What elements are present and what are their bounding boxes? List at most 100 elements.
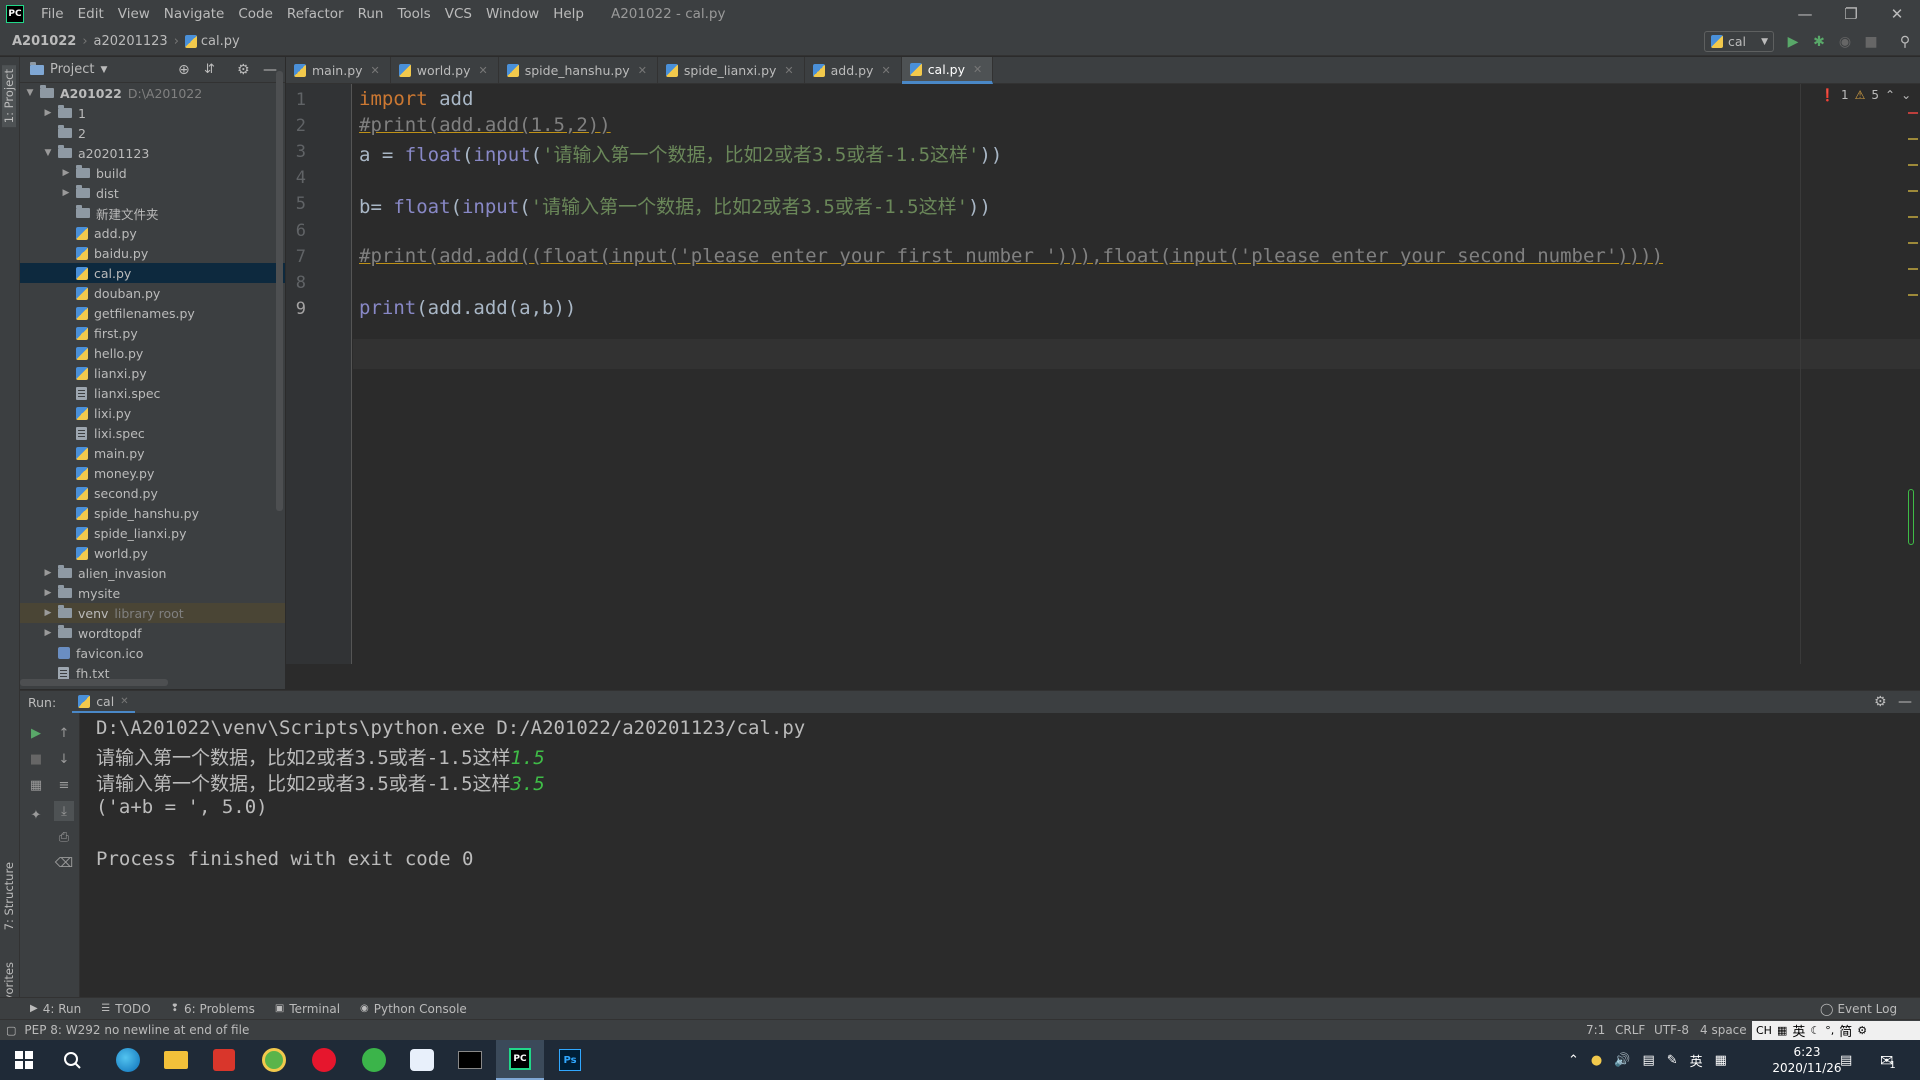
tree-item[interactable]: ▶ dist bbox=[20, 183, 285, 203]
notification-center-icon[interactable]: ✉ 1 bbox=[1880, 1040, 1896, 1080]
inspection-marker[interactable] bbox=[1908, 138, 1918, 140]
ime-grid-icon[interactable]: ▦ bbox=[1715, 1053, 1727, 1068]
close-tab-icon[interactable]: ✕ bbox=[120, 696, 128, 707]
chevron-right-icon[interactable]: ▶ bbox=[60, 188, 72, 198]
tree-item[interactable]: favicon.ico bbox=[20, 643, 285, 663]
menu-edit[interactable]: Edit bbox=[71, 6, 111, 22]
browser-360-icon[interactable] bbox=[250, 1040, 298, 1080]
tree-item[interactable]: second.py bbox=[20, 483, 285, 503]
stop-icon[interactable]: ■ bbox=[1862, 33, 1880, 51]
menu-navigate[interactable]: Navigate bbox=[157, 6, 232, 22]
ime-moon-icon[interactable]: ☾ bbox=[1810, 1024, 1820, 1037]
cursor-position[interactable]: 7:1 bbox=[1586, 1023, 1605, 1037]
editor-scroll-thumb[interactable] bbox=[1908, 489, 1914, 545]
code-line[interactable]: a = float(input('请输入第一个数据，比如2或者3.5或者-1.5… bbox=[359, 140, 1002, 167]
chevron-down-icon[interactable]: ▼ bbox=[100, 65, 107, 75]
ime-punct-icon[interactable]: °, bbox=[1825, 1024, 1834, 1037]
collapse-all-icon[interactable]: ⇵ bbox=[204, 62, 215, 77]
inspection-marker[interactable] bbox=[1908, 294, 1918, 296]
tree-item[interactable]: spide_hanshu.py bbox=[20, 503, 285, 523]
run-configuration-select[interactable]: cal ▼ bbox=[1704, 31, 1774, 52]
menu-file[interactable]: File bbox=[34, 6, 71, 22]
scroll-to-end-icon[interactable]: ⤓ bbox=[54, 801, 74, 821]
breadcrumb-file[interactable]: cal.py bbox=[201, 34, 240, 49]
tool-tab[interactable]: ▶ 4: Run bbox=[20, 1002, 91, 1016]
weibo-icon[interactable] bbox=[300, 1040, 348, 1080]
network-icon[interactable]: ▤ bbox=[1642, 1053, 1654, 1068]
error-stripe[interactable] bbox=[1904, 84, 1920, 664]
close-tab-icon[interactable]: ✕ bbox=[638, 64, 647, 77]
ime-mode[interactable]: CH bbox=[1756, 1024, 1772, 1037]
status-message[interactable]: PEP 8: W292 no newline at end of file bbox=[24, 1023, 249, 1037]
chevron-up-icon[interactable]: ⌃ bbox=[1885, 88, 1895, 102]
tree-item[interactable]: getfilenames.py bbox=[20, 303, 285, 323]
editor-tab[interactable]: spide_hanshu.py ✕ bbox=[499, 57, 658, 84]
code-line[interactable]: b= float(input('请输入第一个数据，比如2或者3.5或者-1.5这… bbox=[359, 192, 991, 219]
tool-tab-structure[interactable]: 7: Structure bbox=[2, 862, 16, 930]
tree-item[interactable]: baidu.py bbox=[20, 243, 285, 263]
line-separator[interactable]: CRLF bbox=[1615, 1023, 1645, 1037]
editor-tab[interactable]: main.py ✕ bbox=[286, 57, 391, 84]
tree-item[interactable]: ▶ venv library root bbox=[20, 603, 285, 623]
tree-item[interactable]: add.py bbox=[20, 223, 285, 243]
inspection-widget[interactable]: ❗ 1 ⚠ 5 ⌃ ⌄ bbox=[1820, 88, 1911, 102]
stop-icon[interactable]: ■ bbox=[26, 749, 46, 769]
editor-tab[interactable]: add.py ✕ bbox=[805, 57, 902, 84]
hide-panel-icon[interactable]: — bbox=[1898, 694, 1912, 710]
menu-view[interactable]: View bbox=[111, 6, 157, 22]
tool-tab[interactable]: ❢ 6: Problems bbox=[161, 1002, 265, 1016]
sync-app-icon[interactable] bbox=[350, 1040, 398, 1080]
close-tab-icon[interactable]: ✕ bbox=[371, 64, 380, 77]
feishu-icon[interactable] bbox=[398, 1040, 446, 1080]
pdf-reader-icon[interactable] bbox=[200, 1040, 248, 1080]
chevron-right-icon[interactable]: ▶ bbox=[60, 168, 72, 178]
event-log-button[interactable]: ◯ Event Log bbox=[1820, 1002, 1897, 1016]
chevron-right-icon[interactable]: ▶ bbox=[42, 588, 54, 598]
search-icon[interactable]: ⚲ bbox=[1896, 33, 1914, 51]
ime-settings-icon[interactable]: ⚙ bbox=[1857, 1024, 1867, 1037]
locate-icon[interactable]: ⊕ bbox=[178, 62, 190, 78]
breadcrumb-project[interactable]: A201022 bbox=[12, 34, 76, 49]
ime-keyboard-icon[interactable]: ▦ bbox=[1777, 1024, 1787, 1037]
inspection-marker[interactable] bbox=[1908, 242, 1918, 244]
coverage-icon[interactable]: ◉ bbox=[1836, 33, 1854, 51]
code-editor[interactable]: 1 2 3 4 5 6 7 8 9 import add #print(add.add(1.5,2… bbox=[286, 84, 1920, 664]
tree-item[interactable]: cal.py bbox=[20, 263, 285, 283]
inspection-marker[interactable] bbox=[1908, 112, 1918, 114]
console-line[interactable]: D:\A201022\venv\Scripts\python.exe D:/A2… bbox=[96, 717, 805, 739]
tree-item[interactable]: ▶ build bbox=[20, 163, 285, 183]
volume-icon[interactable]: 🔊 bbox=[1614, 1053, 1630, 1068]
tree-item[interactable]: first.py bbox=[20, 323, 285, 343]
tree-item[interactable]: ▶ mysite bbox=[20, 583, 285, 603]
tree-item[interactable]: lianxi.spec bbox=[20, 383, 285, 403]
minimize-icon[interactable]: — bbox=[1782, 0, 1828, 28]
tool-tab[interactable]: ☰ TODO bbox=[91, 1002, 160, 1016]
gear-icon[interactable]: ⚙ bbox=[1874, 694, 1887, 710]
tree-item[interactable]: ▶ alien_invasion bbox=[20, 563, 285, 583]
notes-icon[interactable]: ▤ bbox=[1840, 1040, 1852, 1080]
hide-panel-icon[interactable]: — bbox=[263, 62, 277, 78]
edge-browser-icon[interactable] bbox=[104, 1040, 152, 1080]
breadcrumb-folder[interactable]: a20201123 bbox=[94, 34, 168, 49]
tree-item[interactable]: 新建文件夹 bbox=[20, 203, 285, 223]
rerun-icon[interactable]: ▶ bbox=[26, 723, 46, 743]
console-line[interactable]: ('a+b = ', 5.0) bbox=[96, 796, 268, 818]
status-toggle-icon[interactable]: ▢ bbox=[6, 1024, 16, 1037]
tool-tab[interactable]: ▣ Terminal bbox=[265, 1002, 350, 1016]
tree-item[interactable]: money.py bbox=[20, 463, 285, 483]
close-tab-icon[interactable]: ✕ bbox=[973, 63, 982, 76]
editor-tab[interactable]: world.py ✕ bbox=[391, 57, 499, 84]
search-icon[interactable] bbox=[48, 1040, 96, 1080]
arrow-up-icon[interactable]: ↑ bbox=[54, 723, 74, 743]
chevron-right-icon[interactable]: ▶ bbox=[42, 108, 54, 118]
inspection-marker[interactable] bbox=[1908, 268, 1918, 270]
tree-item[interactable]: main.py bbox=[20, 443, 285, 463]
tree-item[interactable]: world.py bbox=[20, 543, 285, 563]
tree-item[interactable]: spide_lianxi.py bbox=[20, 523, 285, 543]
chevron-right-icon[interactable]: ▶ bbox=[42, 628, 54, 638]
menu-refactor[interactable]: Refactor bbox=[280, 6, 351, 22]
tree-item[interactable]: ▼ a20201123 bbox=[20, 143, 285, 163]
ime-language-indicator[interactable]: 英 bbox=[1690, 1051, 1703, 1070]
editor-tab[interactable]: cal.py ✕ bbox=[901, 57, 994, 84]
tray-app-icon[interactable]: ● bbox=[1591, 1053, 1602, 1068]
